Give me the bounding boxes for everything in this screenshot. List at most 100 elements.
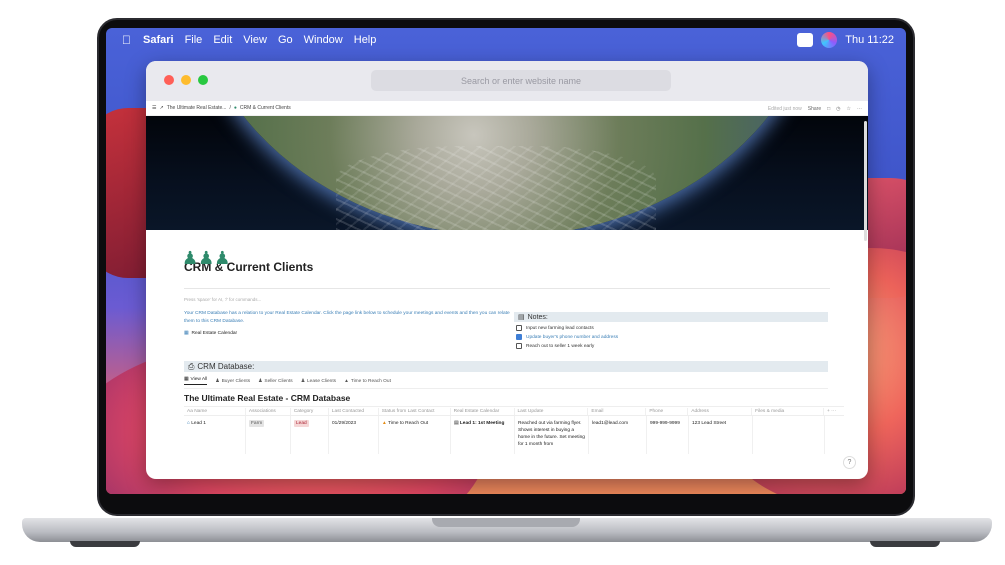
people-icon: ♟ <box>300 378 305 384</box>
desktop-screen:  Safari File Edit View Go Window Help T… <box>106 28 906 494</box>
checkbox[interactable] <box>516 325 522 331</box>
cell-phone[interactable]: 999-999-9999 <box>647 416 689 454</box>
column-header[interactable]: Last Update <box>515 407 589 415</box>
tab-seller-clients[interactable]: ♟ Seller Clients <box>258 377 293 385</box>
tab-label: Seller Clients <box>264 378 293 384</box>
notes-callout: ▤ Notes: <box>514 312 828 322</box>
column-header[interactable]: Address <box>688 407 753 415</box>
scrollbar[interactable] <box>864 121 867 241</box>
database-views-tabs: ▦ View All ♟ Buyer Clients ♟ Seller Clients… <box>184 377 828 389</box>
menu-window[interactable]: Window <box>304 34 343 46</box>
db-heading: CRM Database: <box>197 362 255 371</box>
menu-help[interactable]: Help <box>354 34 377 46</box>
checkbox[interactable] <box>516 343 522 349</box>
column-header[interactable]: Real Estate Calendar <box>451 407 515 415</box>
breadcrumb: ☰ ↗ The Ultimate Real Estate... / ● CRM … <box>152 105 291 111</box>
row-name: Lead 1 <box>191 421 206 426</box>
cell-last-update[interactable]: Reached out via farming flyer. Shows int… <box>515 416 589 454</box>
column-header[interactable]: Last Contacted <box>329 407 379 415</box>
people-icon: ♟ <box>215 378 220 384</box>
breadcrumb-current[interactable]: CRM & Current Clients <box>240 105 291 111</box>
zoom-window-icon[interactable] <box>198 75 208 85</box>
tag-lead: Lead <box>294 420 309 427</box>
crm-database-callout: ⎙ CRM Database: <box>184 361 828 372</box>
apple-menu-icon[interactable]:  <box>122 33 131 47</box>
calendar-icon: ▦ <box>184 331 189 336</box>
minimize-window-icon[interactable] <box>181 75 191 85</box>
cell-associations[interactable]: Farm <box>246 416 291 454</box>
laptop-foot-left <box>70 541 140 547</box>
menu-edit[interactable]: Edit <box>213 34 232 46</box>
breadcrumb-parent[interactable]: The Ultimate Real Estate... <box>167 105 227 111</box>
todo-label: Update buyer's phone number and address <box>526 334 619 340</box>
column-header[interactable]: Phone <box>646 407 689 415</box>
cell-last-contacted[interactable]: 01/29/2023 <box>329 416 379 454</box>
note-icon: ▤ <box>518 314 525 321</box>
cell-status[interactable]: ▲ Time to Reach Out <box>379 416 451 454</box>
menu-view[interactable]: View <box>243 34 267 46</box>
divider <box>184 288 830 289</box>
page-cover-image <box>146 116 868 230</box>
status-label: Time to Reach Out <box>388 421 429 426</box>
browser-titlebar: Search or enter website name <box>146 61 868 101</box>
todo-item[interactable]: Update buyer's phone number and address <box>516 334 828 340</box>
tab-label: Time to Reach Out <box>350 378 391 384</box>
breadcrumb-separator: / <box>229 105 231 111</box>
column-header[interactable]: Email <box>588 407 647 415</box>
add-column-icon[interactable]: + ⋯ <box>824 408 844 415</box>
menu-go[interactable]: Go <box>278 34 293 46</box>
menu-file[interactable]: File <box>185 34 203 46</box>
sidebar-toggle-icon[interactable]: ☰ <box>152 105 156 111</box>
column-header[interactable]: Category <box>291 407 329 415</box>
cell-category[interactable]: Lead <box>291 416 329 454</box>
database-title[interactable]: The Ultimate Real Estate - CRM Database <box>184 393 830 403</box>
cell-address[interactable]: 123 Lead Street <box>689 416 753 454</box>
page-content: ♟♟♟ CRM & Current Clients Press 'space' … <box>146 248 868 454</box>
control-center-icon[interactable] <box>797 33 814 47</box>
laptop-opening-notch <box>432 518 580 527</box>
tab-buyer-clients[interactable]: ♟ Buyer Clients <box>215 377 250 385</box>
column-header[interactable]: Associations <box>246 407 291 415</box>
menu-safari[interactable]: Safari <box>143 34 174 46</box>
laptop-foot-right <box>870 541 940 547</box>
help-button[interactable]: ? <box>843 456 856 469</box>
people-icon: ♟ <box>258 378 263 384</box>
address-bar[interactable]: Search or enter website name <box>371 70 671 91</box>
todo-item[interactable]: Reach out to seller 1 week early <box>516 343 828 349</box>
favorite-star-icon[interactable]: ☆ <box>847 106 851 112</box>
tag-farm: Farm <box>249 420 265 427</box>
command-hint[interactable]: Press 'space' for AI, '/' for commands..… <box>184 297 830 302</box>
tab-lease-clients[interactable]: ♟ Lease Clients <box>301 377 336 385</box>
tab-view-all[interactable]: ▦ View All <box>184 377 208 385</box>
calendar-page-link[interactable]: ▦ Real Estate Calendar <box>184 331 514 336</box>
siri-icon[interactable] <box>821 32 838 48</box>
todo-label: Input new farming lead contacts <box>526 325 594 331</box>
tab-label: Buyer Clients <box>221 378 251 384</box>
calendar-relation: Lead 1: 1st Meeting <box>459 421 505 426</box>
cell-files[interactable] <box>753 416 825 454</box>
comment-icon[interactable]: □ <box>827 106 830 112</box>
menu-bar-clock[interactable]: Thu 11:22 <box>845 34 894 46</box>
cell-calendar[interactable]: ▤ Lead 1: 1st Meeting <box>451 416 515 454</box>
safari-window: Search or enter website name ☰ ↗ The Ult… <box>146 61 868 479</box>
cell-name[interactable]: ⌂ Lead 1 <box>184 416 246 454</box>
column-header[interactable]: Status from Last Contact <box>379 407 451 415</box>
share-button[interactable]: Share <box>808 106 821 112</box>
history-icon[interactable]: ◷ <box>836 106 840 112</box>
column-header[interactable]: Aa Name <box>184 407 246 415</box>
people-group-icon[interactable]: ♟♟♟ <box>182 248 230 269</box>
cell-email[interactable]: lead1@lead.com <box>589 416 647 454</box>
checkbox-checked[interactable] <box>516 334 522 340</box>
close-window-icon[interactable] <box>164 75 174 85</box>
table-icon: ▦ <box>184 377 189 382</box>
page-title[interactable]: CRM & Current Clients <box>184 260 830 274</box>
people-icon: ● <box>233 105 237 111</box>
printer-icon: ⎙ <box>188 361 195 371</box>
warning-icon: ▲ <box>344 378 349 384</box>
todo-item[interactable]: Input new farming lead contacts <box>516 325 828 331</box>
crm-table: Aa Name Associations Category Last Conta… <box>184 406 844 454</box>
table-row[interactable]: ⌂ Lead 1 Farm Lead 01/29/2023 ▲ Time to … <box>184 416 844 454</box>
more-options-icon[interactable]: ⋯ <box>857 106 862 112</box>
tab-time-to-reach-out[interactable]: ▲ Time to Reach Out <box>344 377 391 385</box>
column-header[interactable]: Files & media <box>752 407 825 415</box>
